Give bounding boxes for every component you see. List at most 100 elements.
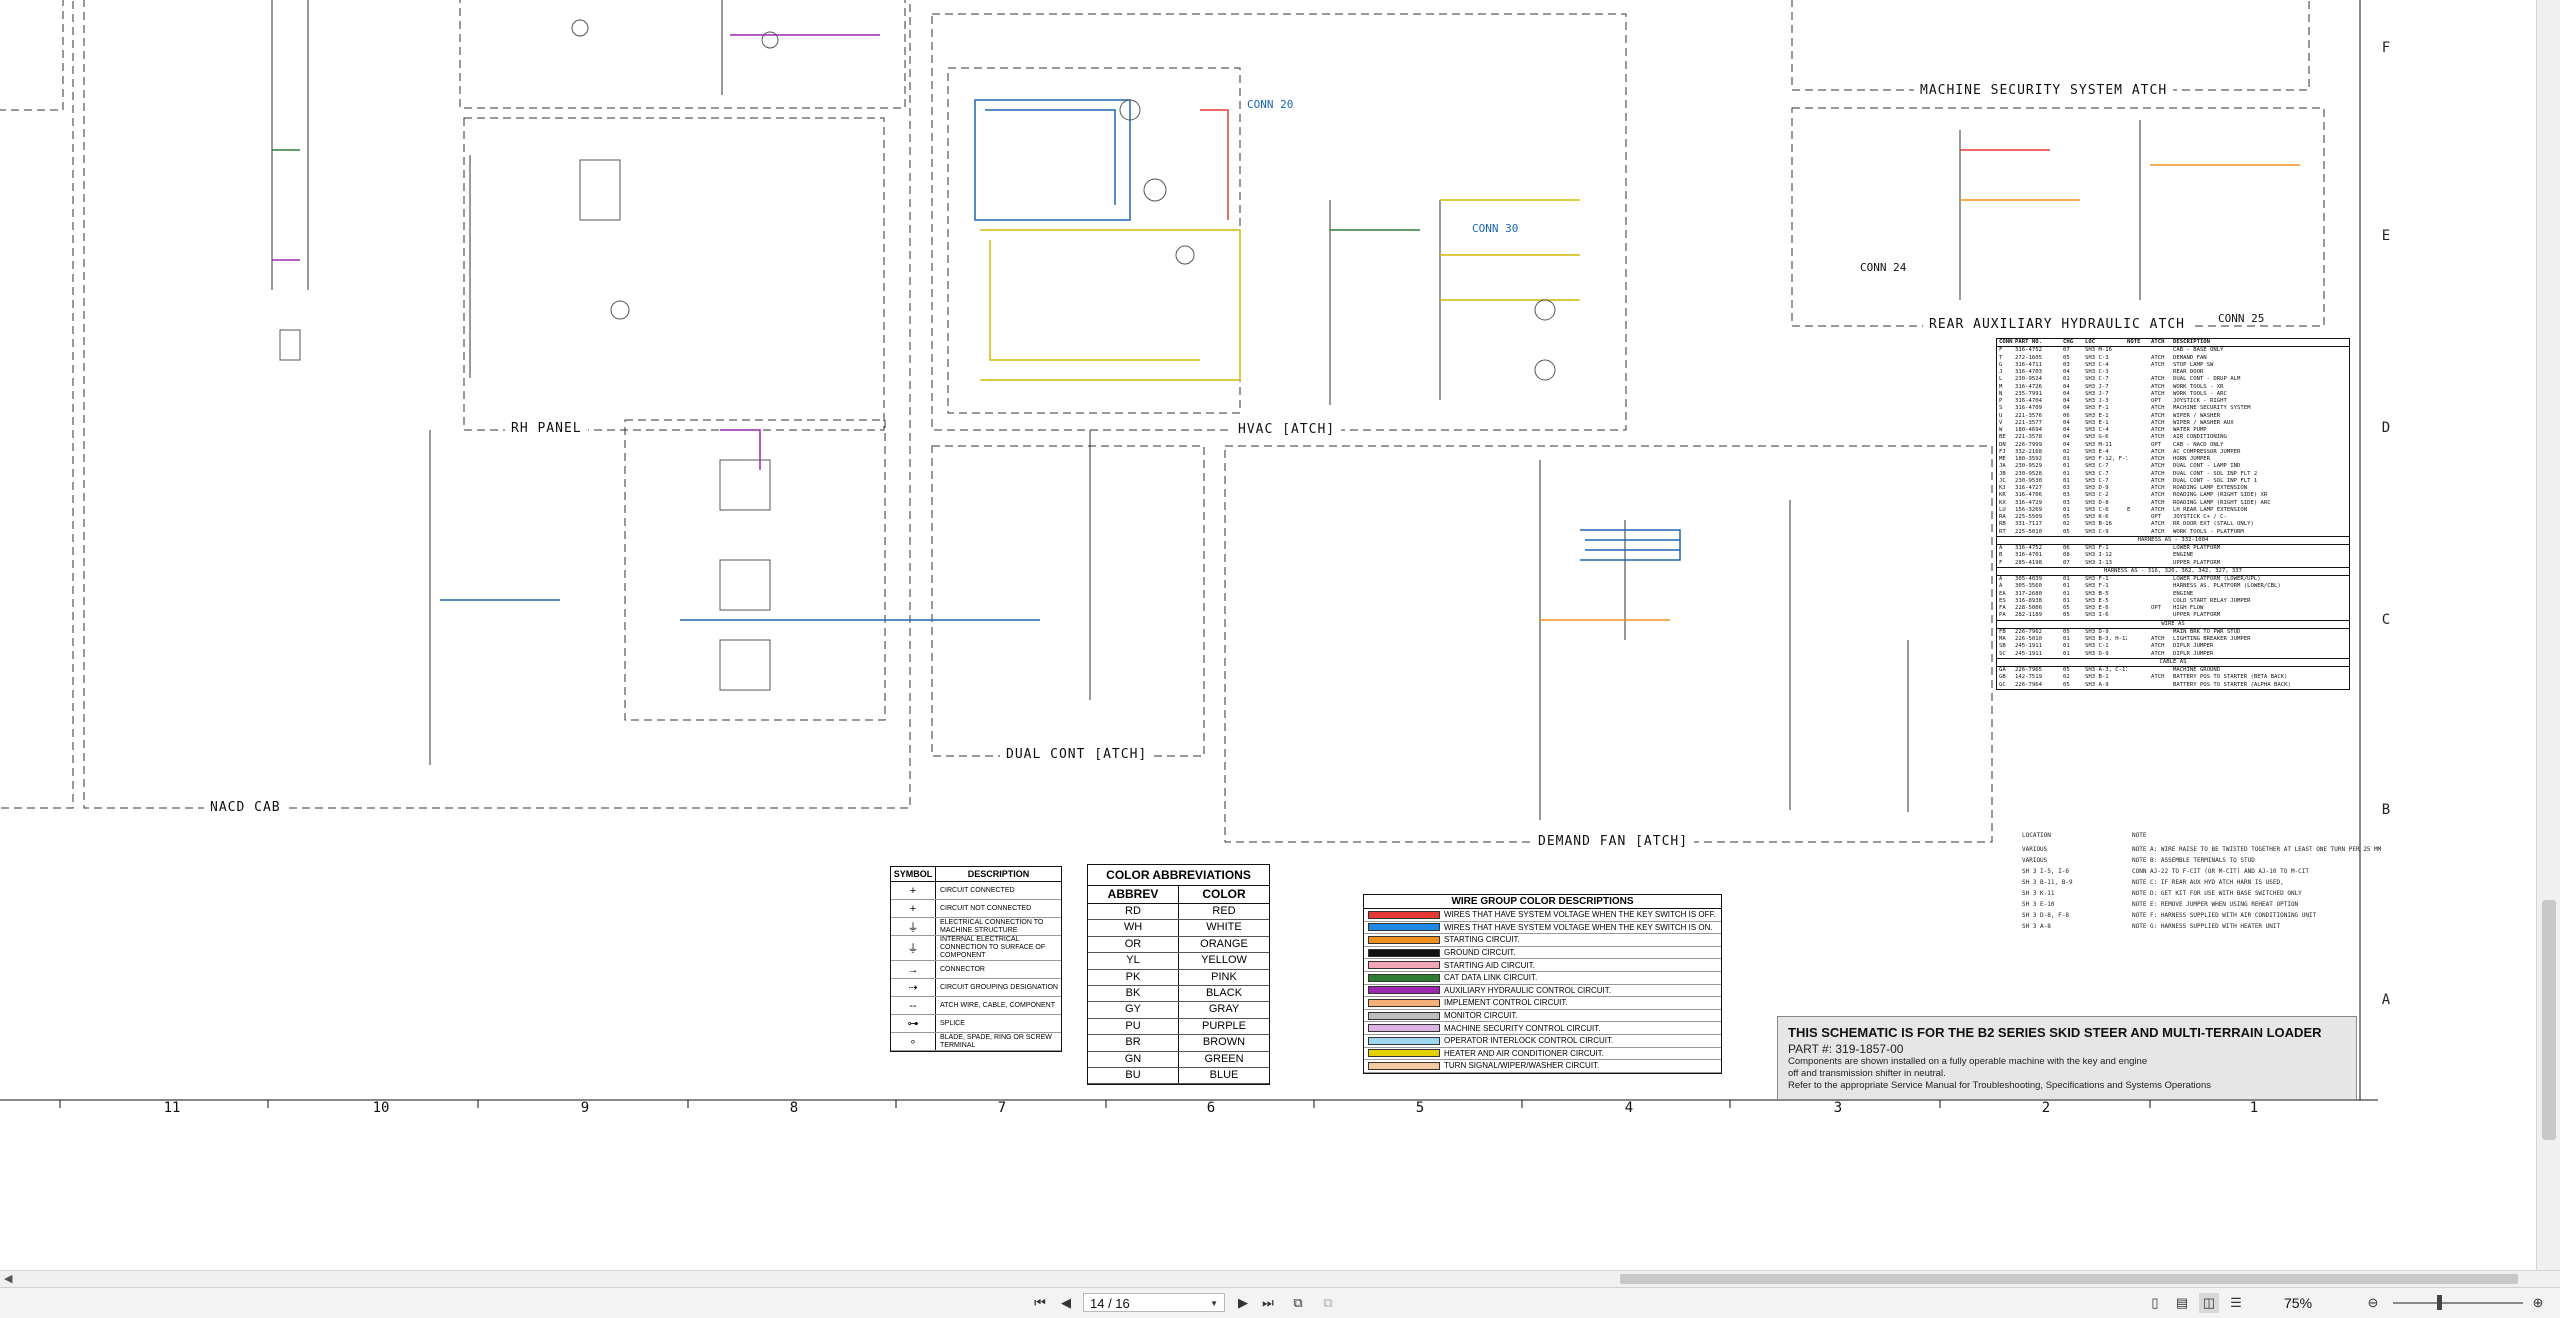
symbol-description: CIRCUIT GROUPING DESIGNATION bbox=[940, 983, 1058, 991]
parts-row: KR 316-4706 03 SH3 C-2 ATCH ROADING LAMP (RIG… bbox=[1997, 492, 2349, 499]
parts-cell: SH3 D-8 bbox=[2085, 499, 2109, 506]
parts-cell: 316-4752 bbox=[2015, 545, 2042, 551]
zoom-level[interactable]: 75% bbox=[2284, 1293, 2312, 1313]
symbol-row: ⊶ SPLICE bbox=[891, 1015, 1061, 1033]
parts-cell: ATCH bbox=[2151, 412, 2165, 419]
parts-cell: SH3 C-6 bbox=[2085, 506, 2109, 513]
pages-view-alt-icon[interactable]: ⧉ bbox=[1318, 1293, 1338, 1313]
parts-cell bbox=[2151, 591, 2173, 598]
parts-cell: 316-4709 bbox=[2015, 405, 2042, 412]
row-label: D bbox=[2381, 420, 2391, 436]
parts-cell: 228-5006 bbox=[2015, 605, 2042, 611]
demand-fan-title: DEMAND FAN [ATCH] bbox=[1532, 834, 1695, 849]
parts-cell: SH3 B-16 bbox=[2085, 521, 2112, 528]
color-cell: BLACK bbox=[1205, 986, 1243, 999]
parts-cell bbox=[2127, 478, 2151, 485]
parts-cell: ATCH bbox=[2151, 485, 2165, 491]
symbol-glyph: ⏚ bbox=[891, 936, 936, 960]
parts-cell: 02 bbox=[2063, 674, 2070, 681]
next-page-icon[interactable]: ▶ bbox=[1233, 1293, 1253, 1313]
parts-cell: 230-9524 bbox=[2015, 376, 2042, 383]
parts-cell: 230-9529 bbox=[2015, 463, 2042, 470]
symbol-glyph: ⇢ bbox=[891, 979, 936, 996]
continuous-layout-icon[interactable]: ▤ bbox=[2172, 1293, 2192, 1313]
vertical-scrollbar[interactable] bbox=[2536, 0, 2560, 1270]
parts-cell: BATTERY POS TO STARTER (BETA BACK) bbox=[2173, 674, 2288, 681]
wire-group-legend: WIRE GROUP COLOR DESCRIPTIONS WIRES THAT… bbox=[1363, 894, 1722, 1074]
note-text: NOTE E: REMOVE JUMPER WHEN USING REHEAT … bbox=[2132, 901, 2299, 908]
zoom-slider[interactable] bbox=[2393, 1302, 2523, 1304]
parts-cell: LU bbox=[1999, 506, 2006, 513]
parts-cell: 180-4694 bbox=[2015, 427, 2042, 433]
parts-cell: ATCH bbox=[2151, 643, 2165, 650]
symbol-description: SPLICE bbox=[940, 1019, 965, 1027]
wire-group-description: IMPLEMENT CONTROL CIRCUIT. bbox=[1444, 998, 1568, 1008]
parts-cell bbox=[2151, 369, 2173, 376]
previous-page-icon[interactable]: ◀ bbox=[1056, 1293, 1076, 1313]
parts-row: W 180-4694 04 SH3 C-4 ATCH WATER PUMP bbox=[1997, 427, 2349, 434]
parts-cell: RB bbox=[1999, 521, 2006, 528]
zoom-out-icon[interactable]: ⊖ bbox=[2363, 1293, 2383, 1313]
parts-cell: ES bbox=[1999, 597, 2006, 604]
parts-cell: ATCH bbox=[2151, 434, 2165, 441]
two-page-continuous-icon[interactable]: ☰ bbox=[2226, 1293, 2246, 1313]
parts-cell: 04 bbox=[2063, 369, 2070, 375]
conn-25-label: CONN 25 bbox=[2218, 312, 2265, 325]
parts-cell: U bbox=[1999, 412, 2003, 419]
abbrev-header: ABBREV bbox=[1088, 886, 1179, 903]
parts-cell: SH3 C-7 bbox=[2085, 477, 2109, 484]
parts-cell: J bbox=[1999, 369, 2003, 375]
parts-cell: ROADING LAMP EXTENSION bbox=[2173, 485, 2248, 491]
parts-cell: OPT bbox=[2151, 605, 2162, 611]
page-dropdown-icon[interactable]: ▼ bbox=[1210, 1294, 1218, 1313]
parts-header-cell: ATCH bbox=[2151, 339, 2165, 345]
parts-cell: 230-9530 bbox=[2015, 477, 2042, 484]
page-number-field[interactable]: 14 / 16 ▼ bbox=[1083, 1293, 1225, 1312]
parts-cell bbox=[2127, 500, 2151, 507]
parts-cell: SH3 E-1 bbox=[2085, 419, 2109, 426]
single-page-layout-icon[interactable]: ▯ bbox=[2145, 1293, 2165, 1313]
note-row: SH 3 D-8, F-8 NOTE F: HARNESS SUPPLIED WI… bbox=[2022, 910, 2412, 921]
parts-cell bbox=[2151, 667, 2173, 674]
parts-cell: SH3 K-6 bbox=[2085, 514, 2109, 520]
parts-cell: SH3 A-9 bbox=[2085, 681, 2109, 688]
horizontal-scrollbar[interactable]: ◀ bbox=[0, 1270, 2560, 1287]
note-location: VARIOUS bbox=[2022, 846, 2048, 853]
first-page-icon[interactable]: ⏮ bbox=[1030, 1293, 1050, 1313]
zone-number: 4 bbox=[1624, 1100, 1634, 1116]
parts-cell bbox=[2127, 420, 2151, 427]
parts-subheader: WIRE AS bbox=[1997, 619, 2349, 629]
horizontal-scrollbar-thumb[interactable] bbox=[1620, 1274, 2518, 1284]
parts-cell: 06 bbox=[2063, 412, 2070, 419]
pages-view-icon[interactable]: ⧉ bbox=[1288, 1293, 1308, 1313]
parts-cell: ATCH bbox=[2151, 506, 2165, 513]
document-viewport[interactable]: RH PANEL NACD CAB HVAC [ATCH] DUAL CONT … bbox=[0, 0, 2560, 1270]
vertical-scrollbar-thumb[interactable] bbox=[2542, 900, 2556, 1140]
wire-group-row: TURN SIGNAL/WIPER/WASHER CIRCUIT. bbox=[1364, 1060, 1721, 1073]
scroll-left-icon[interactable]: ◀ bbox=[4, 1271, 12, 1287]
parts-cell: JA bbox=[1999, 463, 2006, 470]
wire-color-swatch bbox=[1368, 1049, 1440, 1058]
last-page-icon[interactable]: ⏭ bbox=[1258, 1293, 1278, 1313]
hvac-title: HVAC [ATCH] bbox=[1232, 422, 1342, 437]
parts-cell: 05 bbox=[2063, 354, 2070, 361]
parts-row: KJ 316-4727 03 SH3 D-9 ATCH ROADING LAMP EXTE… bbox=[1997, 485, 2349, 492]
parts-cell: 04 bbox=[2063, 427, 2070, 433]
parts-cell bbox=[2127, 449, 2151, 456]
symbol-row: ⏚ INTERNAL ELECTRICAL CONNECTION TO SURFA… bbox=[891, 936, 1061, 961]
parts-cell: ATCH bbox=[2151, 456, 2165, 462]
parts-cell: RR DOOR EXT (STALL ONLY) bbox=[2173, 521, 2254, 528]
parts-cell: 316-4711 bbox=[2015, 361, 2042, 368]
wire-color-swatch bbox=[1368, 986, 1440, 995]
wire-color-swatch bbox=[1368, 1024, 1440, 1033]
zoom-slider-knob[interactable] bbox=[2437, 1295, 2442, 1310]
parts-cell: 272-1605 bbox=[2015, 354, 2042, 361]
parts-row: SB 245-1911 01 SH3 C-1 ATCH DIPLR JUMPER bbox=[1997, 643, 2349, 650]
two-page-layout-icon[interactable]: ◫ bbox=[2199, 1293, 2219, 1313]
parts-cell bbox=[2151, 545, 2173, 552]
parts-cell bbox=[2127, 369, 2151, 376]
parts-cell bbox=[2127, 463, 2151, 470]
abbrev-cell: OR bbox=[1088, 936, 1179, 953]
zoom-in-icon[interactable]: ⊕ bbox=[2528, 1293, 2548, 1313]
zone-number: 2 bbox=[2041, 1100, 2051, 1116]
